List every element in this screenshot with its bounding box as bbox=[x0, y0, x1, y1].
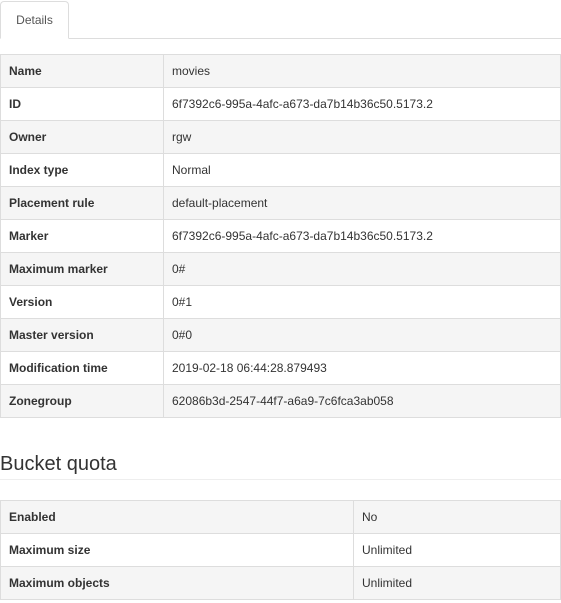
table-row: ID 6f7392c6-995a-4afc-a673-da7b14b36c50.… bbox=[0, 87, 561, 121]
table-row: Enabled No bbox=[0, 500, 561, 534]
row-key: Master version bbox=[0, 318, 164, 352]
row-key: Version bbox=[0, 285, 164, 319]
row-value: movies bbox=[163, 54, 561, 88]
row-value: 2019-02-18 06:44:28.879493 bbox=[163, 351, 561, 385]
table-row: Master version 0#0 bbox=[0, 318, 561, 352]
row-key: ID bbox=[0, 87, 164, 121]
row-key: Enabled bbox=[0, 500, 354, 534]
table-row: Zonegroup 62086b3d-2547-44f7-a6a9-7c6fca… bbox=[0, 384, 561, 418]
row-value: 6f7392c6-995a-4afc-a673-da7b14b36c50.517… bbox=[163, 219, 561, 253]
table-row: Maximum size Unlimited bbox=[0, 533, 561, 567]
table-row: Modification time 2019-02-18 06:44:28.87… bbox=[0, 351, 561, 385]
row-key: Owner bbox=[0, 120, 164, 154]
table-row: Index type Normal bbox=[0, 153, 561, 187]
row-value: rgw bbox=[163, 120, 561, 154]
row-value: 0#1 bbox=[163, 285, 561, 319]
table-row: Version 0#1 bbox=[0, 285, 561, 319]
row-value: No bbox=[353, 500, 561, 534]
table-row: Owner rgw bbox=[0, 120, 561, 154]
table-row: Maximum marker 0# bbox=[0, 252, 561, 286]
row-key: Maximum objects bbox=[0, 566, 354, 600]
row-key: Marker bbox=[0, 219, 164, 253]
row-value: 0# bbox=[163, 252, 561, 286]
row-value: Unlimited bbox=[353, 533, 561, 567]
row-key: Placement rule bbox=[0, 186, 164, 220]
tab-details[interactable]: Details bbox=[0, 1, 69, 39]
table-row: Placement rule default-placement bbox=[0, 186, 561, 220]
row-key: Maximum marker bbox=[0, 252, 164, 286]
row-value: 62086b3d-2547-44f7-a6a9-7c6fca3ab058 bbox=[163, 384, 561, 418]
table-row: Maximum objects Unlimited bbox=[0, 566, 561, 600]
row-value: Normal bbox=[163, 153, 561, 187]
row-value: 0#0 bbox=[163, 318, 561, 352]
table-row: Marker 6f7392c6-995a-4afc-a673-da7b14b36… bbox=[0, 219, 561, 253]
bucket-quota-table: Enabled No Maximum size Unlimited Maximu… bbox=[0, 500, 561, 600]
row-value: 6f7392c6-995a-4afc-a673-da7b14b36c50.517… bbox=[163, 87, 561, 121]
table-row: Name movies bbox=[0, 54, 561, 88]
bucket-quota-heading: Bucket quota bbox=[0, 450, 561, 480]
row-key: Maximum size bbox=[0, 533, 354, 567]
tab-bar: Details bbox=[0, 0, 561, 39]
row-value: Unlimited bbox=[353, 566, 561, 600]
row-key: Modification time bbox=[0, 351, 164, 385]
row-value: default-placement bbox=[163, 186, 561, 220]
row-key: Zonegroup bbox=[0, 384, 164, 418]
row-key: Name bbox=[0, 54, 164, 88]
row-key: Index type bbox=[0, 153, 164, 187]
details-table: Name movies ID 6f7392c6-995a-4afc-a673-d… bbox=[0, 54, 561, 418]
